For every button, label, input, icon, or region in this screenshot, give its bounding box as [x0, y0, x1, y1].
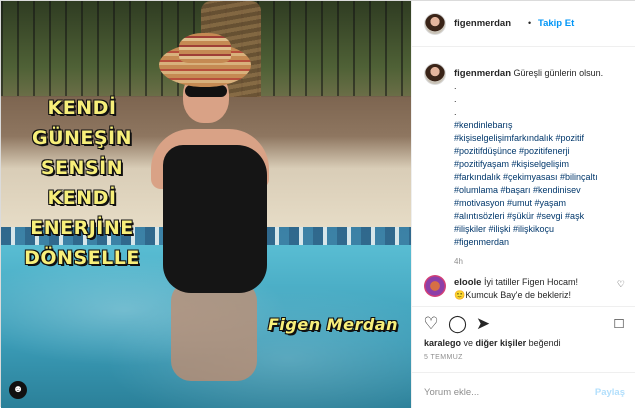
add-comment-bar: Yorum ekle... Paylaş	[412, 372, 635, 408]
hashtag-line[interactable]: #ilişkiler #ilişki #ilişkikoçu	[454, 223, 630, 236]
quote-line: KENDİ	[47, 97, 117, 119]
hashtag-line[interactable]: #motivasyon #umut #yaşam	[454, 197, 630, 210]
post-comment-button[interactable]: Paylaş	[595, 387, 625, 398]
separator-dot: •	[528, 18, 532, 28]
person-shield-icon[interactable]: ☻	[9, 381, 27, 399]
comment: eloole İyi tatiller Figen Hocam! 🙂Kumcuk…	[412, 271, 635, 307]
bookmark-icon[interactable]: □	[610, 315, 628, 333]
comment-username[interactable]: eloole	[454, 277, 481, 288]
caption-username[interactable]: figenmerdan	[454, 68, 511, 79]
caption-dot: .	[454, 107, 457, 117]
post-photo[interactable]: KENDİ GÜNEŞİN SENSİN KENDİ ENERJİNE DÖNS…	[1, 1, 411, 408]
likes-others[interactable]: diğer kişiler	[476, 338, 527, 348]
likes-summary: karalego ve diğer kişiler beğendi	[424, 338, 561, 348]
post-date[interactable]: 5 TEMMUZ	[424, 354, 463, 361]
hashtag-line[interactable]: #kendinlebarış	[454, 119, 630, 132]
hashtag-line[interactable]: #kişiselgelişimfarkındalık #pozitif	[454, 132, 630, 145]
quote-line: DÖNSELLE	[24, 247, 140, 269]
hashtag-line[interactable]: #olumlama #başarı #kendinisev	[454, 184, 630, 197]
comment-text-2: Kumcuk Bay'e de bekleriz!	[465, 290, 571, 300]
quote-line: SENSİN	[40, 157, 124, 179]
post-frame: KENDİ GÜNEŞİN SENSİN KENDİ ENERJİNE DÖNS…	[0, 0, 635, 408]
comment-text: İyi tatiller Figen Hocam!	[483, 277, 578, 287]
hashtag-line[interactable]: #farkındalık #çekimyasası #bilinçaltı	[454, 171, 630, 184]
caption-body: figenmerdan Güreşli günlerin olsun. . . …	[454, 67, 630, 268]
hashtag-line[interactable]: #alıntısözleri #şükür #sevgi #aşk	[454, 210, 630, 223]
share-icon[interactable]: ➤	[474, 315, 492, 333]
post-header: figenmerdan • Takip Et	[412, 1, 635, 47]
comment-like-icon[interactable]: ♡	[617, 279, 625, 290]
likes-user[interactable]: karalego	[424, 338, 461, 348]
comment-icon[interactable]: ◯	[448, 315, 467, 333]
photo-signature: Figen Merdan	[268, 315, 398, 334]
comment-body: eloole İyi tatiller Figen Hocam! 🙂Kumcuk…	[454, 276, 616, 301]
follow-button[interactable]: Takip Et	[538, 18, 574, 29]
caption-text: Güreşli günlerin olsun.	[513, 68, 604, 78]
post-sidebar: figenmerdan • Takip Et figenmerdan Güreş…	[411, 1, 635, 408]
hashtag-line[interactable]: #pozitifdüşünce #pozitifenerji	[454, 145, 630, 158]
quote-line: GÜNEŞİN	[31, 127, 133, 149]
comment-avatar[interactable]	[424, 275, 446, 297]
smile-emoji: 🙂	[454, 290, 466, 300]
quote-line: ENERJİNE	[30, 217, 134, 239]
header-username[interactable]: figenmerdan	[454, 18, 511, 29]
quote-line: KENDİ	[47, 187, 117, 209]
comment-input[interactable]: Yorum ekle...	[424, 387, 479, 398]
photo-quote: KENDİ GÜNEŞİN SENSİN KENDİ ENERJİNE DÖNS…	[19, 93, 145, 273]
caption-dot: .	[454, 81, 457, 91]
hashtag-line[interactable]: #figenmerdan	[454, 236, 630, 249]
caption-time[interactable]: 4h	[454, 255, 630, 268]
hashtag-line[interactable]: #pozitifyaşam #kişiselgelişim	[454, 158, 630, 171]
avatar[interactable]	[424, 13, 446, 35]
caption-avatar[interactable]	[424, 63, 446, 85]
action-bar: ♡ ◯ ➤ □	[412, 306, 635, 340]
heart-icon[interactable]: ♡	[422, 315, 440, 333]
caption-dot: .	[454, 94, 457, 104]
